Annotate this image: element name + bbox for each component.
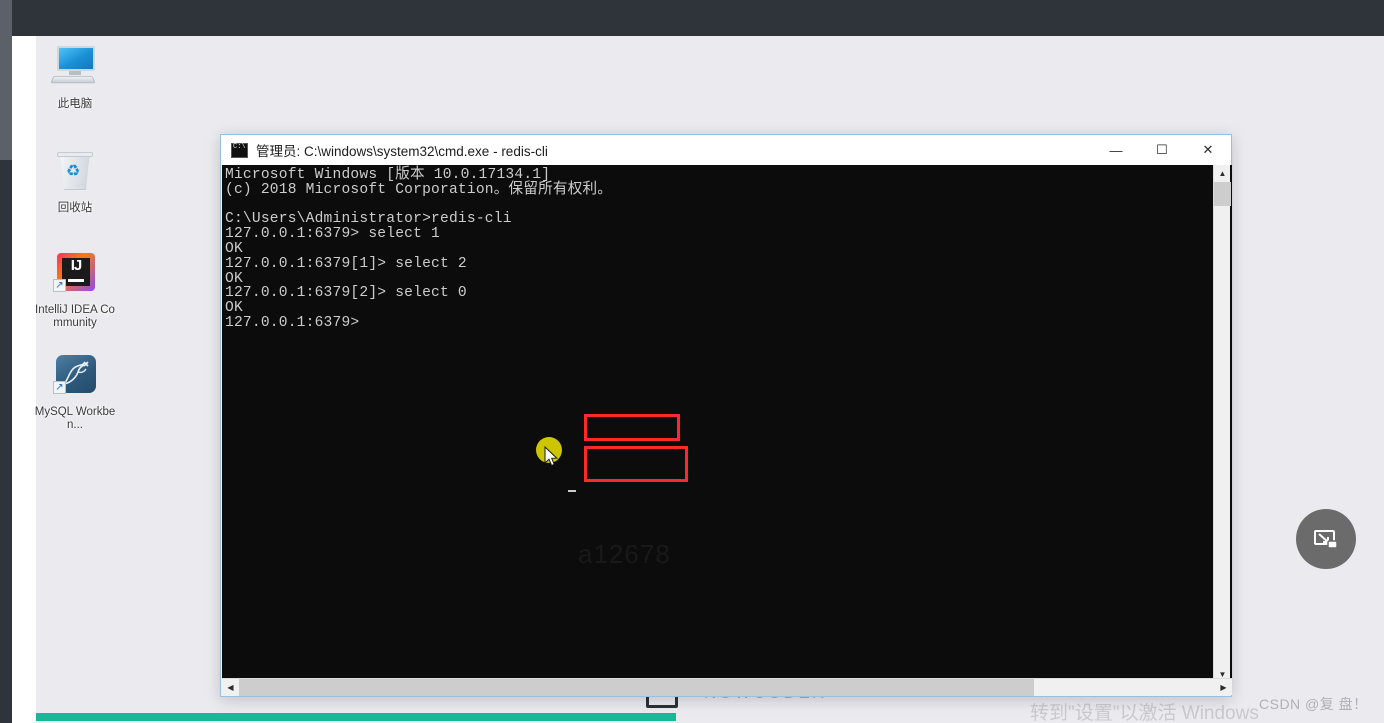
maximize-icon: ☐	[1156, 142, 1168, 157]
scroll-up-icon[interactable]: ▲	[1214, 165, 1231, 182]
desktop-icon-label: 回收站	[57, 202, 93, 214]
desktop-icon-label: MySQL Workben...	[34, 406, 116, 431]
console-line: 127.0.0.1:6379> select 1	[225, 226, 440, 243]
desktop-icon-this-pc[interactable]: 此电脑	[32, 44, 118, 111]
cmd-window[interactable]: 管理员: C:\windows\system32\cmd.exe - redis…	[220, 134, 1232, 697]
annotation-box-select-2	[584, 414, 680, 441]
console-line: 127.0.0.1:6379>	[225, 314, 369, 331]
desktop-icon-label: IntelliJ IDEA Community	[35, 304, 115, 329]
bottom-accent-bar	[36, 713, 676, 721]
screen-left-bezel-upper	[0, 0, 12, 160]
close-icon: ✕	[1202, 142, 1214, 157]
console-line: C:\Users\Administrator>redis-cli	[225, 211, 512, 228]
cmd-titlebar[interactable]: 管理员: C:\windows\system32\cmd.exe - redis…	[221, 135, 1231, 165]
maximize-button[interactable]: ☐	[1139, 135, 1185, 165]
minimize-icon: —	[1109, 142, 1123, 158]
shortcut-arrow-icon: ↗	[53, 381, 66, 394]
mouse-cursor-icon	[544, 446, 558, 467]
console-line: 127.0.0.1:6379[1]> select 2	[225, 255, 467, 272]
vertical-scroll-thumb[interactable]	[1214, 182, 1231, 206]
cmd-icon	[231, 142, 248, 158]
horizontal-scroll-thumb[interactable]	[239, 678, 1034, 696]
desktop-icon-label: 此电脑	[57, 98, 93, 110]
screen-top-bezel	[0, 0, 1384, 36]
intellij-idea-icon: IJ ↗	[51, 250, 99, 298]
csdn-watermark: CSDN @复 盘！	[1259, 696, 1368, 712]
scroll-right-icon[interactable]: ▶	[1215, 679, 1232, 696]
mysql-workbench-icon: ↗	[51, 352, 99, 400]
console-line: OK	[225, 270, 243, 287]
minimize-to-corner-button[interactable]	[1296, 509, 1356, 569]
screen-left-bezel-lower	[0, 160, 12, 723]
recycle-bin-icon: ♻	[51, 148, 99, 196]
minimize-to-corner-icon	[1314, 530, 1338, 549]
shortcut-arrow-icon: ↗	[53, 279, 66, 292]
close-button[interactable]: ✕	[1185, 135, 1231, 165]
desktop-icon-intellij-idea[interactable]: IJ ↗ IntelliJ IDEA Community	[32, 250, 118, 330]
console-line: OK	[225, 240, 243, 257]
desktop-screen: 此电脑 ♻ 回收站 IJ ↗ IntelliJ IDEA Community ↗…	[0, 0, 1384, 723]
console-line: Microsoft Windows [版本 10.0.17134.1]	[225, 167, 551, 183]
console-caret	[568, 490, 576, 492]
console-horizontal-scrollbar[interactable]: ◀ ▶	[222, 678, 1232, 696]
desktop-icon-recycle-bin[interactable]: ♻ 回收站	[32, 148, 118, 215]
cmd-window-title: 管理员: C:\windows\system32\cmd.exe - redis…	[256, 144, 548, 159]
console-output-area[interactable]: Microsoft Windows [版本 10.0.17134.1] (c) 2…	[222, 165, 1232, 683]
console-line: 127.0.0.1:6379[2]> select 0	[225, 285, 467, 302]
console-line: OK	[225, 300, 243, 317]
monitor-icon	[50, 44, 99, 92]
minimize-button[interactable]: —	[1093, 135, 1139, 165]
console-line: (c) 2018 Microsoft Corporation。保留所有权利。	[225, 181, 613, 198]
console-watermark: a12678	[578, 539, 671, 569]
desktop-icon-mysql-workbench[interactable]: ↗ MySQL Workben...	[32, 352, 118, 432]
console-text: Microsoft Windows [版本 10.0.17134.1] (c) 2…	[225, 168, 612, 331]
annotation-box-select-0	[584, 446, 688, 482]
scroll-left-icon[interactable]: ◀	[222, 679, 239, 696]
console-vertical-scrollbar[interactable]: ▲ ▼	[1213, 165, 1231, 683]
